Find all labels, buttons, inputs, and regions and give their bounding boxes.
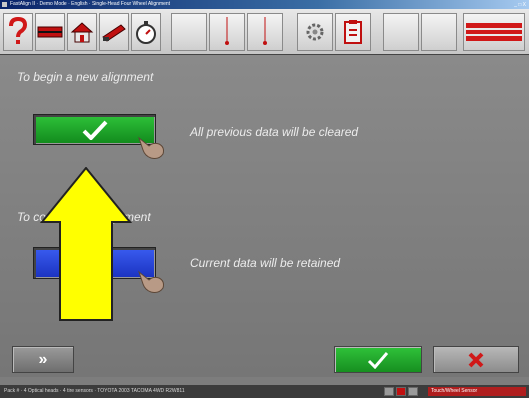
status-mode-badge: Touch/Wheel Sensor [428,387,526,396]
cancel-button[interactable] [433,346,519,373]
app-icon [2,2,7,7]
window-controls[interactable]: _ □ X [514,1,526,9]
toolbar [0,9,529,55]
help-button[interactable] [3,13,33,51]
marker-icon [225,17,229,45]
continue-alignment-description: Current data will be retained [190,256,341,270]
timer-button[interactable] [131,13,161,51]
stopwatch-icon [136,21,156,44]
vehicle-button[interactable] [35,13,65,51]
window-title: FastAlign II · Demo Mode · English · Sin… [10,1,171,7]
status-text: Pack # · 4 Optical heads · 4 tire sensor… [4,388,185,394]
settings-button[interactable] [297,13,333,51]
clipboard-button[interactable] [335,13,371,51]
sensor-button[interactable] [99,13,129,51]
clipboard-icon [344,20,362,44]
status-car-icon [408,387,418,396]
status-icons [384,387,418,396]
x-icon [468,352,484,367]
toolbar-slot-4[interactable] [383,13,419,51]
checkmark-icon [82,120,107,140]
toolbar-slot-3[interactable] [247,13,283,51]
question-mark-icon [9,17,28,44]
checkmark-icon [367,351,389,369]
accept-button[interactable] [334,346,422,373]
vehicle-icon [37,26,63,38]
next-button[interactable]: » [12,346,74,373]
home-button[interactable] [67,13,97,51]
up-arrow-icon [40,167,132,321]
toolbar-slot-5[interactable] [421,13,457,51]
toolbar-slot-2[interactable] [209,13,245,51]
status-bar: Pack # · 4 Optical heads · 4 tire sensor… [0,385,529,398]
sensor-icon [102,24,126,42]
sun-logo-icon [466,23,522,41]
marker-icon [263,17,267,45]
pointing-hand-icon [137,136,164,159]
home-icon [70,22,94,43]
pointing-hand-icon [137,270,164,293]
sun-logo [463,13,525,51]
status-sensor-icon [384,387,394,396]
toolbar-slot-1[interactable] [171,13,207,51]
gear-icon [306,23,324,41]
new-alignment-description: All previous data will be cleared [190,125,359,139]
status-person-icon [396,387,406,396]
new-alignment-header: To begin a new alignment [17,70,154,84]
title-bar: FastAlign II · Demo Mode · English · Sin… [0,0,529,9]
